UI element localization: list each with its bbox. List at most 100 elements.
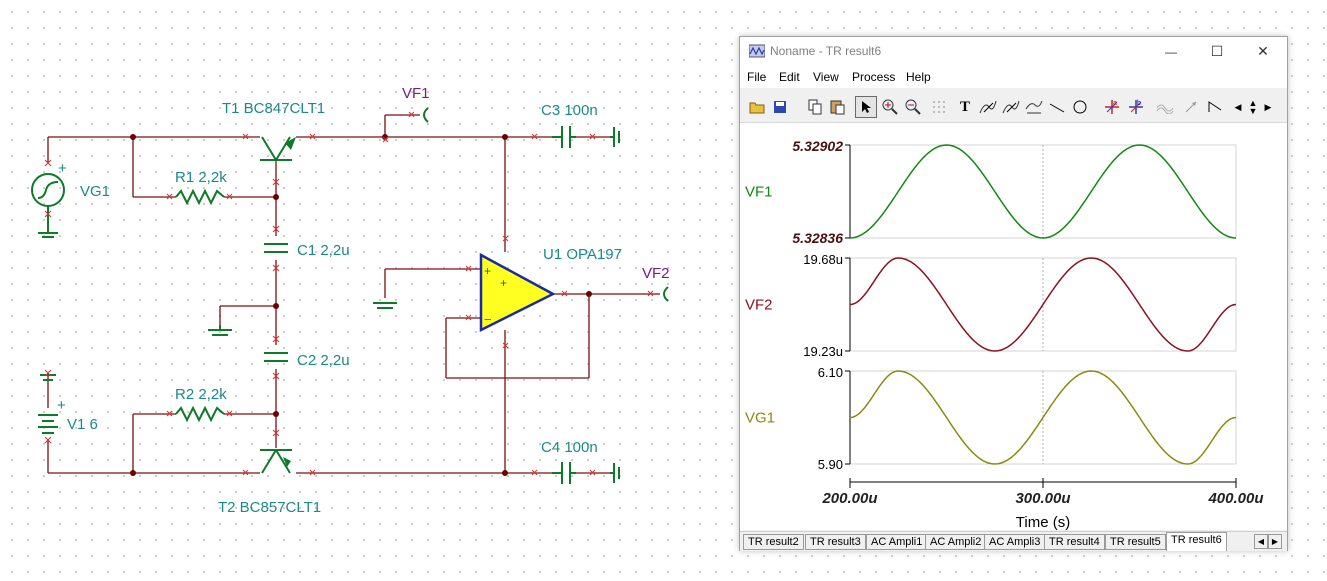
scroll-left-icon[interactable]: ◀ [1231, 96, 1245, 118]
x-tick-label: 200.00u [821, 490, 877, 507]
vg1-label: VG1 [80, 183, 110, 200]
tab-ac-ampli2[interactable]: AC Ampli2 [925, 534, 987, 550]
y-tick-label-min: 19.23u [803, 344, 843, 359]
c3-label: C3 100n [541, 102, 598, 119]
menu-view[interactable]: View [813, 70, 839, 84]
scroll-updown-icon[interactable]: ▲ ▼ [1246, 96, 1260, 118]
t2-label: T2 BC857CLT1 [218, 499, 321, 516]
t1-label: T1 BC847CLT1 [222, 100, 325, 117]
vf2-probe[interactable]: VF2 [642, 265, 670, 302]
menu-help[interactable]: Help [906, 70, 931, 84]
tab-ac-ampli3[interactable]: AC Ampli3 [984, 534, 1046, 550]
paste-icon[interactable] [827, 96, 849, 118]
save-icon[interactable] [769, 96, 791, 118]
result-tabs: TR result2 TR result3 AC Ampli1 AC Ampli… [740, 531, 1287, 551]
y-tick-label-max: 19.68u [803, 252, 843, 267]
c2-label: C2 2,2u [297, 352, 350, 369]
plot-area[interactable]: 5.32902 5.32836 VF1 19.68u 19.23u VF2 6.10 5.90… [740, 123, 1287, 531]
tab-ac-ampli1[interactable]: AC Ampli1 [866, 534, 928, 550]
panel-vf2: 19.68u 19.23u VF2 [745, 252, 1237, 359]
cursor-a-icon[interactable] [977, 96, 999, 118]
step-icon[interactable] [1204, 96, 1226, 118]
r1-label: R1 2,2k [175, 169, 227, 186]
opamp-plus-sign: + [484, 264, 491, 278]
menu-process[interactable]: Process [852, 70, 895, 84]
x-axis-title: Time (s) [1016, 514, 1070, 530]
v1-battery[interactable]: + V1 6 [38, 374, 98, 434]
c1-capacitor[interactable]: C1 2,2u [264, 242, 350, 259]
circuit-schematic: + VG1 + V1 6 R1 2,2k R2 2,2k C1 2,2u C2 … [31, 85, 670, 516]
transient-chart[interactable]: 5.32902 5.32836 VF1 19.68u 19.23u VF2 6.10 5.90… [740, 123, 1287, 531]
marker-b-icon[interactable]: b [1125, 96, 1147, 118]
v1-label: V1 6 [67, 416, 98, 433]
app-icon [749, 44, 765, 58]
minimize-button[interactable]: — [1148, 37, 1194, 66]
line-icon[interactable] [1046, 96, 1068, 118]
u1-label: U1 OPA197 [543, 246, 622, 263]
minimize-icon: — [1165, 44, 1177, 59]
u1-opamp[interactable]: + + − U1 OPA197 [479, 246, 622, 333]
ground-symbol [208, 325, 232, 336]
c3-capacitor[interactable]: C3 100n [541, 102, 620, 148]
c4-label: C4 100n [541, 439, 598, 456]
y-tick-label-min: 5.90 [818, 457, 843, 472]
tab-scroll-right-icon[interactable]: ▶ [1268, 534, 1282, 549]
t1-transistor[interactable]: T1 BC847CLT1 [222, 100, 325, 161]
r2-resistor[interactable]: R2 2,2k [175, 386, 227, 423]
text-icon[interactable]: T [954, 96, 976, 118]
close-button[interactable]: ✕ [1240, 37, 1286, 66]
zoom-out-icon[interactable] [902, 96, 924, 118]
scroll-right-icon[interactable]: ▶ [1261, 96, 1275, 118]
x-tick-label: 300.00u [1015, 490, 1070, 507]
svg-text:b: b [1137, 100, 1141, 107]
zoom-in-icon[interactable] [879, 96, 901, 118]
vf2-net-label: VF2 [642, 265, 670, 282]
pointer-icon[interactable] [855, 96, 877, 118]
tab-scroll-left-icon[interactable]: ◀ [1254, 534, 1268, 549]
menu-bar: File Edit View Process Help [740, 66, 1287, 88]
vg1-source[interactable]: + VG1 [31, 160, 110, 238]
vf1-net-label: VF1 [402, 85, 430, 102]
marker-a-icon[interactable]: a [1101, 96, 1123, 118]
circle-icon[interactable] [1069, 96, 1091, 118]
cursor-b-icon[interactable] [1000, 96, 1022, 118]
y-tick-label-min: 5.32836 [792, 230, 843, 246]
menu-edit[interactable]: Edit [779, 70, 800, 84]
v1-plus-sign: + [57, 397, 66, 414]
x-tick-label: 400.00u [1207, 490, 1263, 507]
title-bar[interactable]: Noname - TR result6 — ☐ ✕ [740, 37, 1287, 66]
maximize-icon: ☐ [1210, 43, 1224, 59]
chart-panels: 5.32902 5.32836 VF1 19.68u 19.23u VF2 6.10 5.90… [745, 138, 1237, 472]
r2-label: R2 2,2k [175, 386, 227, 403]
wires [47, 114, 660, 474]
maximize-button[interactable]: ☐ [1194, 37, 1240, 66]
series-label-vg1: VG1 [745, 410, 775, 427]
menu-file[interactable]: File [747, 70, 766, 84]
tab-tr-result6[interactable]: TR result6 [1166, 532, 1227, 551]
y-tick-label-max: 5.32902 [792, 138, 843, 154]
svg-text:a: a [1113, 100, 1117, 107]
tr-result-window[interactable]: Noname - TR result6 — ☐ ✕ File Edit View… [739, 36, 1288, 551]
grid-icon[interactable] [928, 96, 950, 118]
cursor-both-icon[interactable] [1023, 96, 1045, 118]
series-label-vf1: VF1 [745, 184, 773, 201]
open-icon[interactable] [746, 96, 768, 118]
c4-capacitor[interactable]: C4 100n [541, 439, 620, 484]
tab-tr-result5[interactable]: TR result5 [1105, 534, 1166, 550]
c2-capacitor[interactable]: C2 2,2u [264, 352, 350, 369]
opamp-minus-sign: − [484, 312, 492, 327]
y-tick-label-max: 6.10 [818, 365, 843, 380]
copy-icon[interactable] [804, 96, 826, 118]
tab-tr-result3[interactable]: TR result3 [805, 534, 866, 550]
series-label-vf2: VF2 [745, 297, 773, 314]
opamp-supply-plus: + [500, 276, 507, 290]
close-icon: ✕ [1257, 43, 1269, 59]
t2-transistor[interactable]: T2 BC857CLT1 [218, 449, 321, 516]
r1-resistor[interactable]: R1 2,2k [175, 169, 227, 206]
tab-tr-result4[interactable]: TR result4 [1044, 534, 1105, 550]
toolbar: T a b ◀ ▲ ▼ ▶ [740, 92, 1287, 123]
waves-icon[interactable] [1154, 96, 1176, 118]
tab-tr-result2[interactable]: TR result2 [743, 534, 804, 550]
arrow-icon[interactable] [1180, 96, 1202, 118]
vf1-probe[interactable]: VF1 [402, 85, 430, 123]
